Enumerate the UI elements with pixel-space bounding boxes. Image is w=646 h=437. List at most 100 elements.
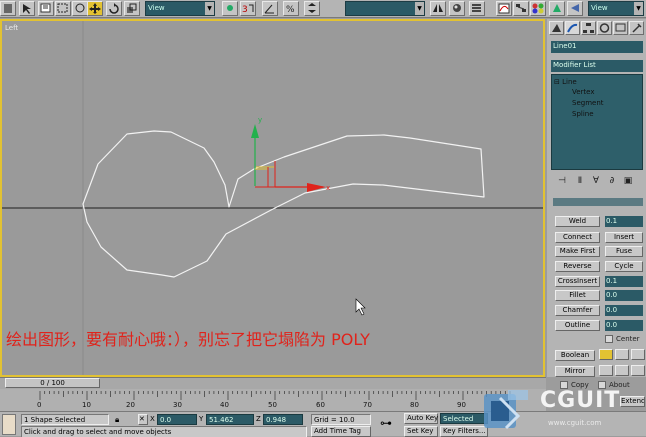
axis-x-label: x: [326, 184, 330, 192]
modifier-list-dropdown[interactable]: Modifier List: [551, 60, 643, 72]
quick-render-icon[interactable]: [567, 1, 583, 16]
tick-label: 90: [457, 401, 466, 409]
auto-key-button[interactable]: Auto Key: [404, 413, 438, 424]
reference-coordinate-dropdown[interactable]: View ▼: [145, 1, 215, 16]
render-type-dropdown[interactable]: View ▼: [588, 1, 644, 16]
tick-label: 20: [126, 401, 135, 409]
x-label: X: [150, 415, 155, 423]
y-coordinate-field[interactable]: 51.462: [206, 414, 254, 425]
center-checkbox[interactable]: [605, 335, 613, 343]
configure-sets-icon[interactable]: ▣: [621, 176, 635, 188]
angle-snap-icon[interactable]: [262, 1, 278, 16]
hierarchy-tab-icon[interactable]: [581, 21, 596, 35]
stack-item-label: Line: [562, 78, 577, 86]
collapse-icon: ⊟: [554, 78, 560, 86]
select-object-icon[interactable]: [19, 1, 35, 16]
boolean-button[interactable]: Boolean: [555, 350, 595, 361]
show-end-result-icon[interactable]: Ⅱ: [573, 176, 587, 188]
curve-editor-icon[interactable]: [496, 1, 512, 16]
left-viewport[interactable]: Left y x: [0, 19, 545, 377]
tick-label: 50: [268, 401, 277, 409]
tick-label: 80: [410, 401, 419, 409]
mirror-both-icon[interactable]: [631, 365, 645, 376]
lock-selection-icon[interactable]: 🔒︎: [115, 415, 119, 425]
svg-text:%: %: [286, 5, 295, 15]
scale-tool-icon[interactable]: [124, 1, 140, 16]
maxscript-listener-icon[interactable]: [2, 414, 16, 435]
make-unique-icon[interactable]: ∀: [589, 176, 603, 188]
line01-spline: [82, 130, 485, 278]
snap-3d-icon[interactable]: 3: [240, 1, 256, 16]
modify-tab-icon[interactable]: [565, 21, 580, 35]
percent-snap-icon[interactable]: %: [283, 1, 299, 16]
boolean-intersect-icon[interactable]: [631, 349, 645, 360]
geometry-rollout-header[interactable]: [553, 198, 643, 206]
display-tab-icon[interactable]: [613, 21, 628, 35]
named-selection-dropdown[interactable]: ▼: [345, 1, 425, 16]
material-editor-icon[interactable]: [530, 1, 546, 16]
time-slider-thumb[interactable]: 0 / 100: [5, 378, 100, 388]
cycle-button[interactable]: Cycle: [605, 261, 643, 272]
watermark-url: www.cguit.com: [548, 419, 602, 427]
z-coordinate-field[interactable]: 0.948: [263, 414, 303, 425]
align-icon[interactable]: [449, 1, 465, 16]
boolean-union-icon[interactable]: [599, 349, 613, 360]
command-panel-tabs: [549, 20, 646, 36]
remove-modifier-icon[interactable]: ∂: [605, 176, 619, 188]
weld-button[interactable]: Weld: [555, 216, 600, 227]
stack-item-segment[interactable]: Segment: [572, 99, 604, 107]
weld-threshold-field[interactable]: 0.1: [605, 216, 643, 227]
boolean-subtract-icon[interactable]: [615, 349, 629, 360]
center-label: Center: [616, 335, 640, 343]
crossinsert-field[interactable]: 0.1: [605, 276, 643, 287]
mirror-icon[interactable]: [430, 1, 446, 16]
reverse-button[interactable]: Reverse: [555, 261, 600, 272]
pin-stack-icon[interactable]: ⊣: [555, 176, 569, 188]
key-icon[interactable]: ⊶: [380, 416, 392, 430]
motion-tab-icon[interactable]: [597, 21, 612, 35]
spinner-snap-icon[interactable]: [304, 1, 320, 16]
svg-text:3: 3: [242, 5, 248, 15]
crossinsert-button[interactable]: CrossInsert: [555, 276, 600, 287]
window-crossing-icon[interactable]: [72, 1, 88, 16]
fillet-button[interactable]: Fillet: [555, 290, 600, 301]
move-tool-icon[interactable]: [87, 1, 103, 16]
x-coordinate-field[interactable]: 0.0: [157, 414, 197, 425]
object-name-field[interactable]: Line01: [551, 41, 643, 53]
tick-label: 0: [37, 401, 42, 409]
layer-manager-icon[interactable]: [469, 1, 485, 16]
pivot-center-icon[interactable]: [222, 1, 238, 16]
schematic-view-icon[interactable]: [513, 1, 529, 16]
utilities-tab-icon[interactable]: [629, 21, 644, 35]
region-select-icon[interactable]: [55, 1, 71, 16]
fillet-field[interactable]: 0.0: [605, 290, 643, 301]
add-time-tag-button[interactable]: Add Time Tag: [311, 426, 371, 437]
make-first-button[interactable]: Make First: [555, 246, 600, 257]
chevron-down-icon: ▼: [415, 2, 424, 15]
axis-y-label: y: [258, 116, 262, 124]
modifier-stack[interactable]: ⊟ Line Vertex Segment Spline: [551, 74, 643, 170]
render-scene-icon[interactable]: [549, 1, 565, 16]
stack-item-vertex[interactable]: Vertex: [572, 88, 595, 96]
tick-label: 60: [316, 401, 325, 409]
tool-handle-icon[interactable]: [0, 1, 16, 16]
chamfer-button[interactable]: Chamfer: [555, 305, 600, 316]
connect-button[interactable]: Connect: [555, 232, 600, 243]
absolute-mode-icon[interactable]: ✕: [138, 414, 148, 425]
stack-item-line[interactable]: ⊟ Line: [554, 78, 577, 86]
selection-status: 1 Shape Selected: [21, 414, 109, 425]
stack-item-spline[interactable]: Spline: [572, 110, 594, 118]
fuse-button[interactable]: Fuse: [605, 246, 643, 257]
insert-button[interactable]: Insert: [605, 232, 643, 243]
rotate-tool-icon[interactable]: [106, 1, 122, 16]
outline-field[interactable]: 0.0: [605, 320, 643, 331]
mirror-button[interactable]: Mirror: [555, 366, 595, 377]
set-key-button[interactable]: Set Key: [404, 426, 438, 437]
mirror-vertical-icon[interactable]: [615, 365, 629, 376]
tick-label: 40: [220, 401, 229, 409]
create-tab-icon[interactable]: [549, 21, 564, 35]
mirror-horizontal-icon[interactable]: [599, 365, 613, 376]
outline-button[interactable]: Outline: [555, 320, 600, 331]
chamfer-field[interactable]: 0.0: [605, 305, 643, 316]
select-by-name-icon[interactable]: [38, 1, 54, 16]
